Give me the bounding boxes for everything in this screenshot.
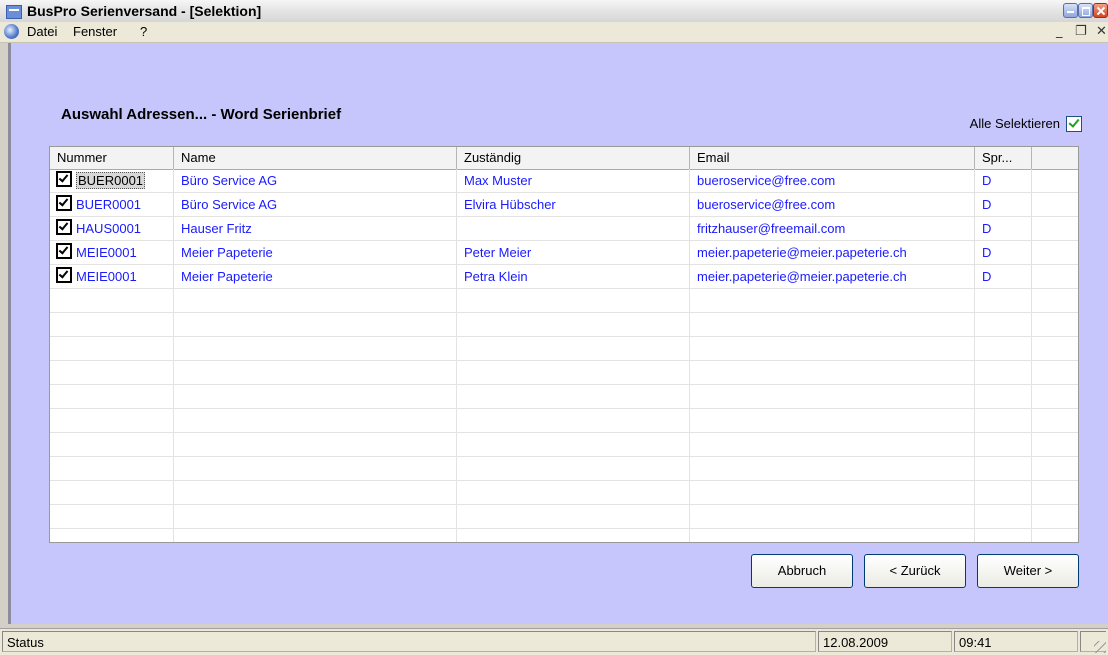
cell-nummer[interactable]: HAUS0001 — [50, 217, 174, 241]
menu-item-fenster[interactable]: Fenster — [73, 24, 117, 39]
status-date: 12.08.2009 — [818, 631, 952, 652]
column-header-zustaendig[interactable]: Zuständig — [457, 147, 690, 169]
cell-zustaendig[interactable]: Elvira Hübscher — [457, 193, 690, 217]
next-button[interactable]: Weiter > — [977, 554, 1079, 588]
cell-name[interactable]: Büro Service AG — [174, 169, 457, 193]
nummer-text: MEIE0001 — [76, 245, 137, 260]
title-bar: BusPro Serienversand - [Selektion] — [0, 0, 1108, 23]
cell-name[interactable]: Hauser Fritz — [174, 217, 457, 241]
row-checkbox[interactable] — [56, 195, 72, 211]
menu-bar: Datei Fenster ? _ ❐ ✕ — [0, 22, 1108, 43]
cell-zustaendig[interactable]: Peter Meier — [457, 241, 690, 265]
table-row — [50, 457, 1078, 481]
mdi-minimize-icon[interactable]: _ — [1056, 24, 1063, 39]
table-row — [50, 385, 1078, 409]
minimize-icon[interactable] — [1063, 3, 1078, 18]
column-header-nummer[interactable]: Nummer — [50, 147, 174, 169]
table-row — [50, 481, 1078, 505]
select-all-checkbox[interactable] — [1066, 116, 1082, 132]
nummer-text: MEIE0001 — [76, 269, 137, 284]
cell-email[interactable]: bueroservice@free.com — [690, 193, 975, 217]
table-row — [50, 433, 1078, 457]
document-system-icon[interactable] — [4, 24, 19, 39]
grid-rows: BUER0001 Büro Service AG Max Muster buerose… — [50, 169, 1078, 542]
window-title: BusPro Serienversand - [Selektion] — [27, 3, 262, 19]
cell-email[interactable]: bueroservice@free.com — [690, 169, 975, 193]
status-text: Status — [2, 631, 816, 652]
table-row — [50, 313, 1078, 337]
row-checkbox[interactable] — [56, 171, 72, 187]
back-button[interactable]: < Zurück — [864, 554, 966, 588]
resize-grip-icon[interactable] — [1094, 641, 1106, 653]
row-checkbox[interactable] — [56, 243, 72, 259]
table-row[interactable]: BUER0001 Büro Service AG Max Muster buerose… — [50, 169, 1078, 193]
column-header-name[interactable]: Name — [174, 147, 457, 169]
menu-item-help[interactable]: ? — [140, 24, 147, 39]
cell-nummer[interactable]: MEIE0001 — [50, 265, 174, 289]
table-row — [50, 337, 1078, 361]
column-header-empty — [1032, 147, 1078, 169]
nummer-text: BUER0001 — [76, 197, 142, 212]
column-header-sprache[interactable]: Spr... — [975, 147, 1032, 169]
table-row[interactable]: MEIE0001 Meier Papeterie Peter Meier meier.… — [50, 241, 1078, 265]
cell-zustaendig[interactable] — [457, 217, 690, 241]
page-heading: Auswahl Adressen... - Word Serienbrief — [61, 106, 342, 123]
table-row[interactable]: HAUS0001 Hauser Fritz fritzhauser@freemail… — [50, 217, 1078, 241]
address-grid[interactable]: Nummer Name Zuständig Email Spr... BUER0… — [49, 146, 1079, 543]
cell-email[interactable]: fritzhauser@freemail.com — [690, 217, 975, 241]
table-row — [50, 529, 1078, 542]
table-row — [50, 505, 1078, 529]
cell-sprache[interactable]: D — [975, 217, 1032, 241]
mdi-restore-icon[interactable]: ❐ — [1075, 24, 1087, 39]
select-all[interactable]: Alle Selektieren — [942, 116, 1082, 134]
nummer-text: BUER0001 — [76, 172, 146, 189]
app-icon — [6, 5, 22, 19]
table-row — [50, 361, 1078, 385]
close-icon[interactable] — [1093, 3, 1108, 18]
cell-sprache[interactable]: D — [975, 169, 1032, 193]
maximize-icon[interactable] — [1078, 3, 1093, 18]
cell-email[interactable]: meier.papeterie@meier.papeterie.ch — [690, 241, 975, 265]
nummer-text: HAUS0001 — [76, 221, 142, 236]
cell-zustaendig[interactable]: Max Muster — [457, 169, 690, 193]
mdi-close-icon[interactable]: ✕ — [1096, 24, 1107, 39]
table-row[interactable]: MEIE0001 Meier Papeterie Petra Klein meier.… — [50, 265, 1078, 289]
cell-name[interactable]: Meier Papeterie — [174, 265, 457, 289]
menu-item-datei[interactable]: Datei — [27, 24, 57, 39]
cell-nummer[interactable]: MEIE0001 — [50, 241, 174, 265]
table-row — [50, 289, 1078, 313]
table-row — [50, 409, 1078, 433]
row-checkbox[interactable] — [56, 267, 72, 283]
status-bar: Status 12.08.2009 09:41 — [0, 628, 1108, 655]
select-all-label: Alle Selektieren — [969, 116, 1060, 131]
cell-name[interactable]: Büro Service AG — [174, 193, 457, 217]
cell-zustaendig[interactable]: Petra Klein — [457, 265, 690, 289]
cell-sprache[interactable]: D — [975, 265, 1032, 289]
cell-name[interactable]: Meier Papeterie — [174, 241, 457, 265]
cancel-button[interactable]: Abbruch — [751, 554, 853, 588]
column-header-email[interactable]: Email — [690, 147, 975, 169]
table-row[interactable]: BUER0001 Büro Service AG Elvira Hübscher bu… — [50, 193, 1078, 217]
cell-sprache[interactable]: D — [975, 193, 1032, 217]
cell-sprache[interactable]: D — [975, 241, 1032, 265]
status-time: 09:41 — [954, 631, 1078, 652]
grid-header: Nummer Name Zuständig Email Spr... — [50, 147, 1078, 170]
row-checkbox[interactable] — [56, 219, 72, 235]
cell-email[interactable]: meier.papeterie@meier.papeterie.ch — [690, 265, 975, 289]
cell-nummer[interactable]: BUER0001 — [50, 169, 174, 193]
mdi-controls: _ ❐ ✕ — [1048, 24, 1108, 40]
cell-nummer[interactable]: BUER0001 — [50, 193, 174, 217]
